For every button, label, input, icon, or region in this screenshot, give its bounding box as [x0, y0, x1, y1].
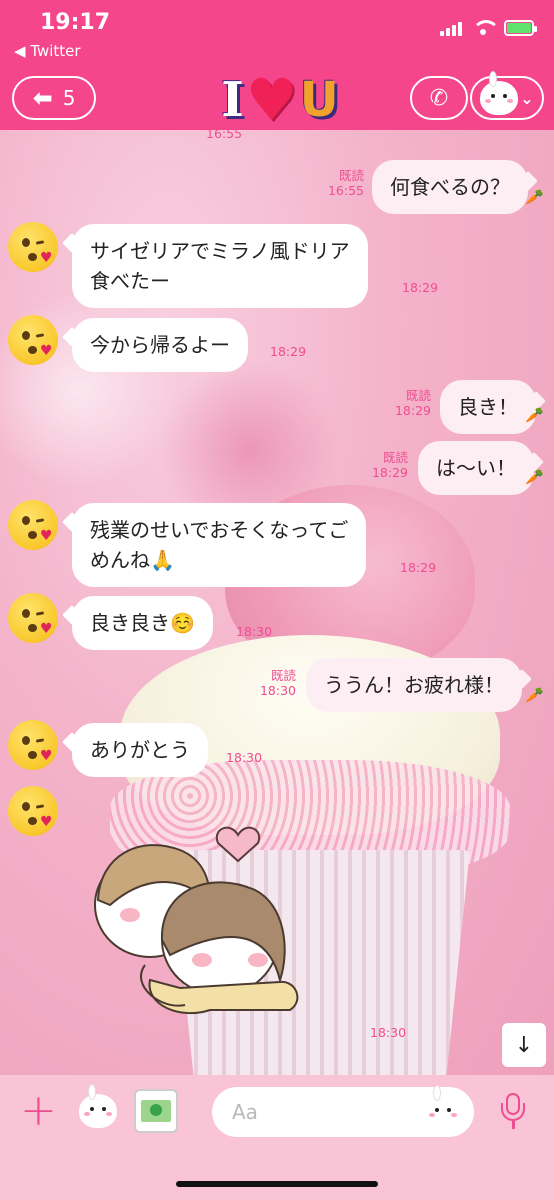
bunny-icon: [480, 71, 519, 115]
scroll-to-bottom-button[interactable]: ↓: [502, 1023, 546, 1067]
title-letter-i: I: [221, 72, 244, 128]
contact-avatar[interactable]: ♥: [8, 222, 58, 272]
message-time: 18:29: [371, 465, 408, 480]
message-read-time: 既読 18:29: [370, 450, 408, 480]
message-bubble-incoming[interactable]: 残業のせいでおそくなってご めんね🙏: [72, 503, 367, 587]
read-receipt: 既読: [270, 668, 296, 683]
contact-avatar[interactable]: ♥: [8, 315, 58, 365]
carrot-icon: 🥕: [525, 406, 544, 424]
back-button[interactable]: ⬅ 5: [12, 76, 96, 120]
carrot-icon: 🥕: [525, 188, 544, 206]
message-time: 16:55: [327, 183, 364, 198]
read-receipt: 既読: [338, 168, 364, 183]
hug-sticker[interactable]: [90, 810, 320, 1025]
chevron-down-icon: ⌄: [520, 88, 534, 108]
call-button[interactable]: ✆: [410, 76, 468, 120]
battery-icon: [504, 20, 537, 36]
message-bubble-outgoing[interactable]: 良き！: [440, 380, 536, 434]
arrow-down-icon: ↓: [514, 1032, 534, 1058]
message-time: 18:30: [259, 683, 296, 698]
message-bubble-outgoing[interactable]: ううん！お疲れ様！: [306, 658, 522, 712]
message-bubble-incoming[interactable]: サイゼリアでミラノ風ドリア 食べたー: [72, 224, 368, 308]
message-read-time: 既読 18:30: [258, 668, 296, 698]
contact-avatar[interactable]: ♥: [8, 786, 58, 836]
message-time: 18:29: [400, 560, 437, 575]
message-time: 18:29: [402, 280, 439, 295]
read-receipt: 既読: [405, 388, 431, 403]
status-icons: [440, 20, 537, 36]
message-bubble-outgoing[interactable]: 何食べるの？: [372, 160, 528, 214]
unread-count: 5: [62, 86, 76, 110]
back-arrow-icon: ⬅: [32, 84, 53, 112]
carrot-icon: 🥕: [525, 686, 544, 704]
sticker-button[interactable]: [76, 1084, 120, 1133]
chat-header: ⬅ 5 I ♥ U ✆ ⌄: [0, 65, 554, 130]
read-receipt: 既読: [382, 450, 408, 465]
microphone-icon[interactable]: [498, 1089, 528, 1133]
contact-avatar[interactable]: ♥: [8, 593, 58, 643]
message-bubble-incoming[interactable]: ありがとう: [72, 723, 208, 777]
message-input[interactable]: [212, 1087, 412, 1137]
home-indicator: [176, 1181, 378, 1187]
carrot-icon: 🥕: [525, 468, 544, 486]
wifi-icon: [472, 20, 500, 36]
title-letter-u: U: [299, 72, 339, 128]
message-bubble-incoming[interactable]: 今から帰るよー: [72, 318, 248, 372]
contact-avatar[interactable]: ♥: [8, 720, 58, 770]
bunny-sticker-icon: [79, 1084, 117, 1128]
message-time: 18:29: [270, 344, 307, 359]
contact-avatar[interactable]: ♥: [8, 500, 58, 550]
status-bar: 19:17 ◀ Twitter: [0, 0, 554, 65]
message-time: 16:55: [206, 126, 243, 141]
image-button[interactable]: [134, 1089, 178, 1133]
message-read-time: 既読 16:55: [326, 168, 364, 198]
chat-thread: 16:55 既読 16:55 何食べるの？ 🥕 ♥ サイゼリアでミラノ風ドリア …: [0, 126, 554, 1075]
phone-icon: ✆: [429, 85, 449, 111]
message-time: 18:30: [226, 750, 263, 765]
menu-button[interactable]: ⌄: [470, 71, 544, 120]
message-time: 18:29: [394, 403, 431, 418]
message-time: 18:30: [236, 624, 273, 639]
cellular-signal-icon: [440, 20, 462, 36]
chat-title: I ♥ U: [205, 70, 355, 130]
status-time: 19:17: [40, 10, 111, 35]
message-field[interactable]: [212, 1085, 474, 1137]
plus-icon[interactable]: +: [20, 1089, 57, 1133]
message-read-time: 既読 18:29: [393, 388, 431, 418]
message-bubble-outgoing[interactable]: は〜い！: [418, 441, 534, 495]
message-bubble-incoming[interactable]: 良き良き☺️: [72, 596, 213, 650]
emoji-bunny-icon[interactable]: [424, 1085, 462, 1129]
message-time: 18:30: [370, 1025, 407, 1040]
back-to-app-link[interactable]: ◀ Twitter: [14, 42, 81, 60]
image-icon: [141, 1100, 171, 1122]
title-heart-icon: ♥: [245, 66, 298, 134]
